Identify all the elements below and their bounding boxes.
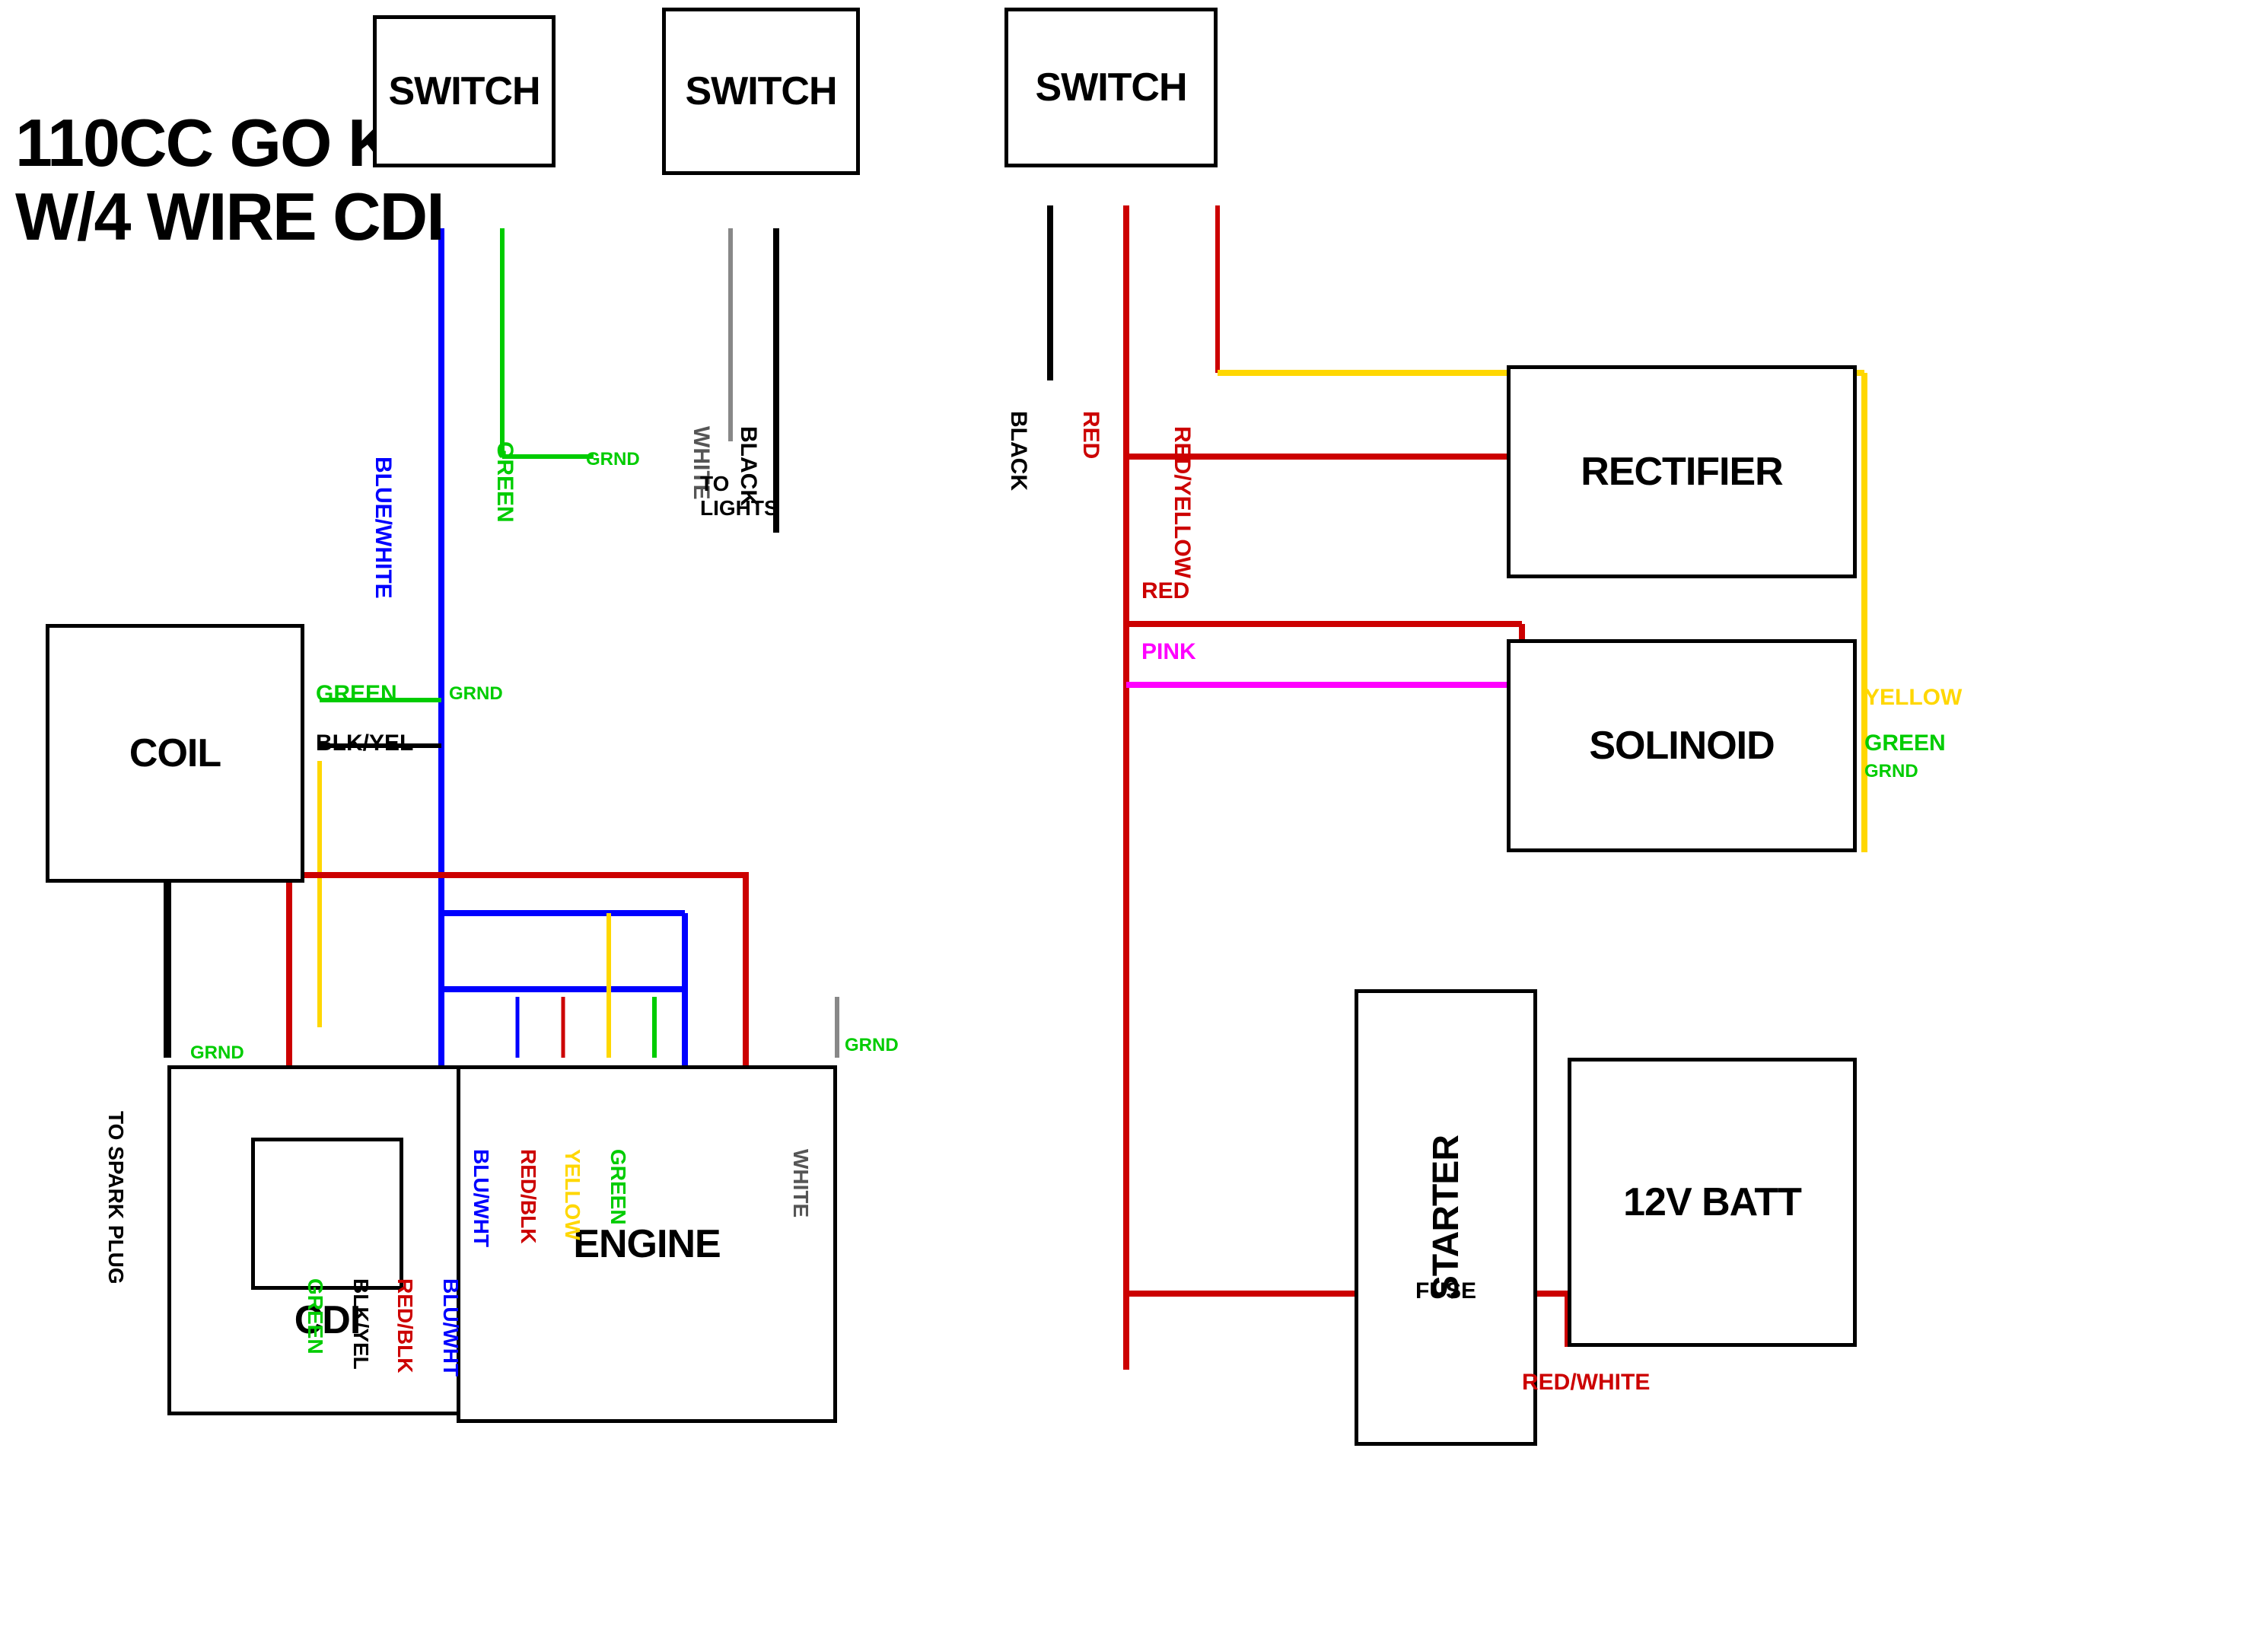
- black-ign-label: BLACK: [1005, 411, 1031, 491]
- red-blk-eng-label: RED/BLK: [516, 1149, 540, 1243]
- green-eng-label: GREEN: [606, 1149, 630, 1225]
- starter-box: STARTER: [1355, 989, 1537, 1446]
- starter-label: STARTER: [1425, 1135, 1467, 1300]
- to-lights-label: TOLIGHTS: [700, 472, 778, 520]
- batt-box: 12V BATT: [1568, 1058, 1857, 1347]
- green-coil-label: GREEN: [316, 681, 397, 707]
- ign-switch-box: SWITCH: [1004, 8, 1218, 167]
- onoff-switch-box: SWITCH: [662, 8, 860, 175]
- green-kill-label: GREEN: [492, 441, 517, 523]
- green-cdi-label: GREEN: [303, 1278, 327, 1354]
- yellow-sol-label: YELLOW: [1864, 685, 1962, 711]
- engine-box: ENGINE: [457, 1065, 837, 1423]
- solinoid-box: SOLINOID: [1507, 639, 1857, 852]
- fuse-label: FUSE: [1415, 1278, 1476, 1304]
- blu-wht-cdi-label: BLU/WHT: [438, 1278, 463, 1377]
- rectifier-box: RECTIFIER: [1507, 365, 1857, 578]
- coil-box: COIL: [46, 624, 304, 883]
- cdi-label: CDI: [251, 1297, 403, 1343]
- red-ign-label: RED: [1078, 411, 1103, 459]
- blue-white-label: BLUE/WHITE: [370, 457, 396, 599]
- to-spark-label: TO SPARK PLUG: [103, 1111, 128, 1284]
- rectifier-label: RECTIFIER: [1581, 449, 1782, 495]
- green-sol-label: GREEN: [1864, 731, 1946, 756]
- solinoid-label: SOLINOID: [1589, 723, 1774, 769]
- batt-label: 12V BATT: [1623, 1179, 1801, 1225]
- grnd-kill-label: GRND: [586, 449, 640, 470]
- grnd-coil-label: GRND: [449, 683, 503, 705]
- blk-yel-cdi-label: BLK/YEL: [349, 1278, 373, 1370]
- red-yellow-ign-label: RED/YELLOW: [1169, 426, 1195, 578]
- red-blk-cdi-label: RED/BLK: [393, 1278, 417, 1373]
- grnd-eng-label: GRND: [845, 1035, 899, 1056]
- white-eng-label: WHITE: [788, 1149, 813, 1218]
- red-white-batt-label: RED/WHITE: [1522, 1370, 1650, 1396]
- blu-wht-eng-label: BLU/WHT: [469, 1149, 493, 1247]
- grnd-sol-label: GRND: [1864, 761, 1918, 782]
- kill-switch-box: SWITCH: [373, 15, 556, 167]
- engine-label: ENGINE: [573, 1221, 720, 1267]
- blk-yel-coil-label: BLK/YEL: [316, 731, 413, 756]
- pink-label: PINK: [1141, 639, 1196, 665]
- red-rect-label: RED: [1141, 578, 1189, 604]
- yellow-eng-label: YELLOW: [560, 1149, 584, 1240]
- grnd-cdi-label: GRND: [190, 1042, 244, 1064]
- coil-label: COIL: [129, 731, 221, 776]
